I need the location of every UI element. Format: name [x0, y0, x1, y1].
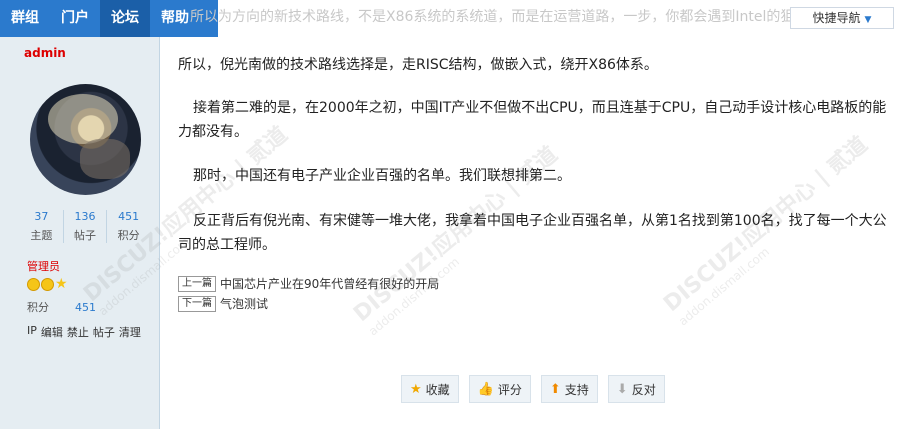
quick-nav-label: 快捷导航 — [812, 11, 861, 25]
mod-link-edit[interactable]: 编辑 — [41, 324, 63, 340]
prev-thread: 上一篇 中国芯片产业在90年代曾经有很好的开局 — [178, 275, 439, 292]
thumb-down-icon: ⬇ — [616, 381, 628, 397]
scrolled-text-behind-nav: 所以为方向的新技术路线，不是X86系统的系统道，而是在运营道路，一步，你都会遇到… — [190, 9, 790, 25]
sun-rank-icon — [41, 278, 54, 291]
avatar-arm-shape — [80, 139, 130, 179]
oppose-label: 反对 — [631, 382, 656, 397]
prev-tag: 上一篇 — [178, 275, 216, 292]
mod-link-posts[interactable]: 帖子 — [93, 324, 115, 340]
credits-value: 451 — [75, 301, 96, 314]
author-stats: 37 主题 136 帖子 451 积分 — [20, 210, 150, 243]
rate-button[interactable]: 👍 评分 — [468, 375, 531, 403]
quick-nav-button[interactable]: 快捷导航 ▼ — [790, 7, 894, 29]
nav-item-portal[interactable]: 门户 — [50, 0, 100, 37]
top-nav: 群组 门户 论坛 帮助 — [0, 0, 218, 37]
caret-down-icon: ▼ — [864, 15, 872, 25]
oppose-button[interactable]: ⬇ 反对 — [607, 375, 665, 403]
favorite-label: 收藏 — [425, 382, 450, 397]
credits-row: 积分 451 — [27, 299, 96, 315]
mod-link-clean[interactable]: 清理 — [119, 324, 141, 340]
stat-value: 136 — [74, 210, 96, 223]
post-paragraph: 那时，中国还有电子产业企业百强的名单。我们联想排第二。 — [193, 168, 571, 184]
next-thread: 下一篇 气泡测试 — [178, 295, 268, 312]
star-icon: ★ — [410, 381, 422, 397]
nav-item-forum[interactable]: 论坛 — [100, 0, 150, 37]
user-role[interactable]: 管理员 — [27, 258, 60, 274]
stat-label: 主题 — [30, 229, 53, 242]
sun-rank-icon — [27, 278, 40, 291]
avatar-hair-shape — [48, 94, 118, 144]
rate-icon: 👍 — [477, 381, 494, 397]
rank-icons: ★ — [27, 276, 68, 292]
prev-thread-link[interactable]: 中国芯片产业在90年代曾经有很好的开局 — [220, 275, 439, 292]
moderation-links: IP 编辑 禁止 帖子 清理 — [27, 324, 141, 340]
thumb-up-icon: ⬆ — [549, 381, 561, 397]
post-paragraph: 所以，倪光南做的技术路线选择是，走RISC结构，做嵌入式，绕开X86体系。 — [178, 57, 658, 73]
support-button[interactable]: ⬆ 支持 — [540, 375, 598, 403]
support-label: 支持 — [564, 382, 589, 397]
author-name[interactable]: admin — [24, 46, 66, 60]
star-rank-icon: ★ — [55, 276, 68, 292]
next-thread-link[interactable]: 气泡测试 — [220, 295, 268, 312]
stat-topics[interactable]: 37 主题 — [20, 210, 63, 243]
post-paragraph: 反正背后有倪光南、有宋健等一堆大佬，我拿着中国电子企业百强名单，从第1名找到第1… — [178, 213, 887, 253]
avatar[interactable] — [30, 84, 141, 195]
rate-label: 评分 — [497, 382, 522, 397]
stat-credits[interactable]: 451 积分 — [106, 210, 150, 243]
nav-item-groups[interactable]: 群组 — [0, 0, 50, 37]
stat-label: 积分 — [117, 229, 140, 242]
author-sidebar: admin 37 主题 136 帖子 451 积分 管理员 ★ 积分 451 IP… — [0, 37, 160, 429]
mod-link-ip[interactable]: IP — [27, 324, 37, 340]
stat-value: 37 — [34, 210, 49, 223]
credits-label: 积分 — [27, 301, 49, 314]
favorite-button[interactable]: ★ 收藏 — [401, 375, 459, 403]
mod-link-ban[interactable]: 禁止 — [67, 324, 89, 340]
stat-value: 451 — [118, 210, 140, 223]
stat-posts[interactable]: 136 帖子 — [62, 210, 107, 243]
post-actions: ★ 收藏 👍 评分 ⬆ 支持 ⬇ 反对 — [401, 375, 665, 403]
next-tag: 下一篇 — [178, 295, 216, 312]
post-paragraph: 接着第二难的是，在2000年之初，中国IT产业不但做不出CPU，而且连基于CPU… — [178, 100, 887, 140]
stat-label: 帖子 — [74, 229, 96, 242]
